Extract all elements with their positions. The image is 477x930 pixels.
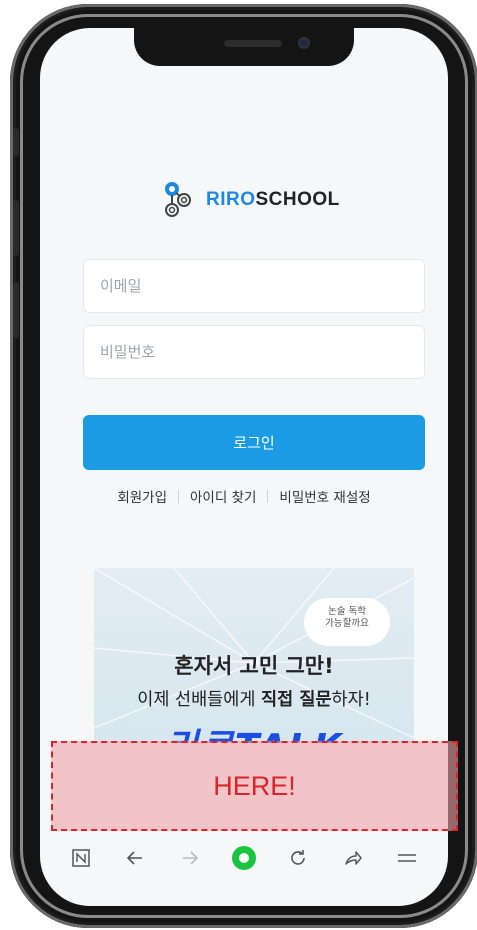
brand-name: RIROSCHOOL [206,189,340,210]
banner-headline: 혼자서 고민 그만! [174,654,334,678]
riroschool-logo-icon [165,182,191,217]
share-icon[interactable] [336,841,370,875]
reset-password-link[interactable]: 비밀번호 재설정 [279,486,370,506]
find-id-link[interactable]: 아이디 찾기 [190,486,256,506]
speaker-grille [224,40,282,47]
browser-toolbar [40,836,448,880]
front-camera [298,37,310,49]
reload-icon[interactable] [281,841,315,875]
volume-down-button [13,282,19,338]
banner-subline: 이제 선배들에게 직접 질문하자! [137,690,371,710]
account-links: 회원가입 아이디 찾기 비밀번호 재설정 [40,486,448,506]
email-input[interactable] [83,259,425,313]
promo-banner[interactable]: 논술 독학 가능할까요 혼자서 고민 그만! 이제 선배들에게 직접 질문하자!… [94,568,414,743]
volume-up-button [13,200,19,256]
menu-icon[interactable] [390,841,424,875]
link-divider [267,489,269,503]
mute-switch [13,128,19,156]
app-logo: RIROSCHOOL [162,180,340,220]
link-divider [178,489,180,503]
banner-talk-logo: 리로TALK [124,718,384,743]
tab-icon[interactable] [227,841,261,875]
speech-bubble: 논술 독학 가능할까요 [304,598,390,646]
login-button-label: 로그인 [233,435,275,452]
password-input[interactable] [83,325,425,379]
bubble-text-1: 논술 독학 [328,606,366,617]
back-icon[interactable] [118,841,152,875]
notch [134,28,354,66]
login-button[interactable]: 로그인 [83,415,425,470]
forward-icon[interactable] [173,841,207,875]
signup-link[interactable]: 회원가입 [117,486,167,506]
bubble-text-2: 가능할까요 [325,618,369,629]
here-annotation-box: HERE! [51,741,458,831]
home-icon[interactable] [64,841,98,875]
here-label: HERE! [213,770,296,801]
